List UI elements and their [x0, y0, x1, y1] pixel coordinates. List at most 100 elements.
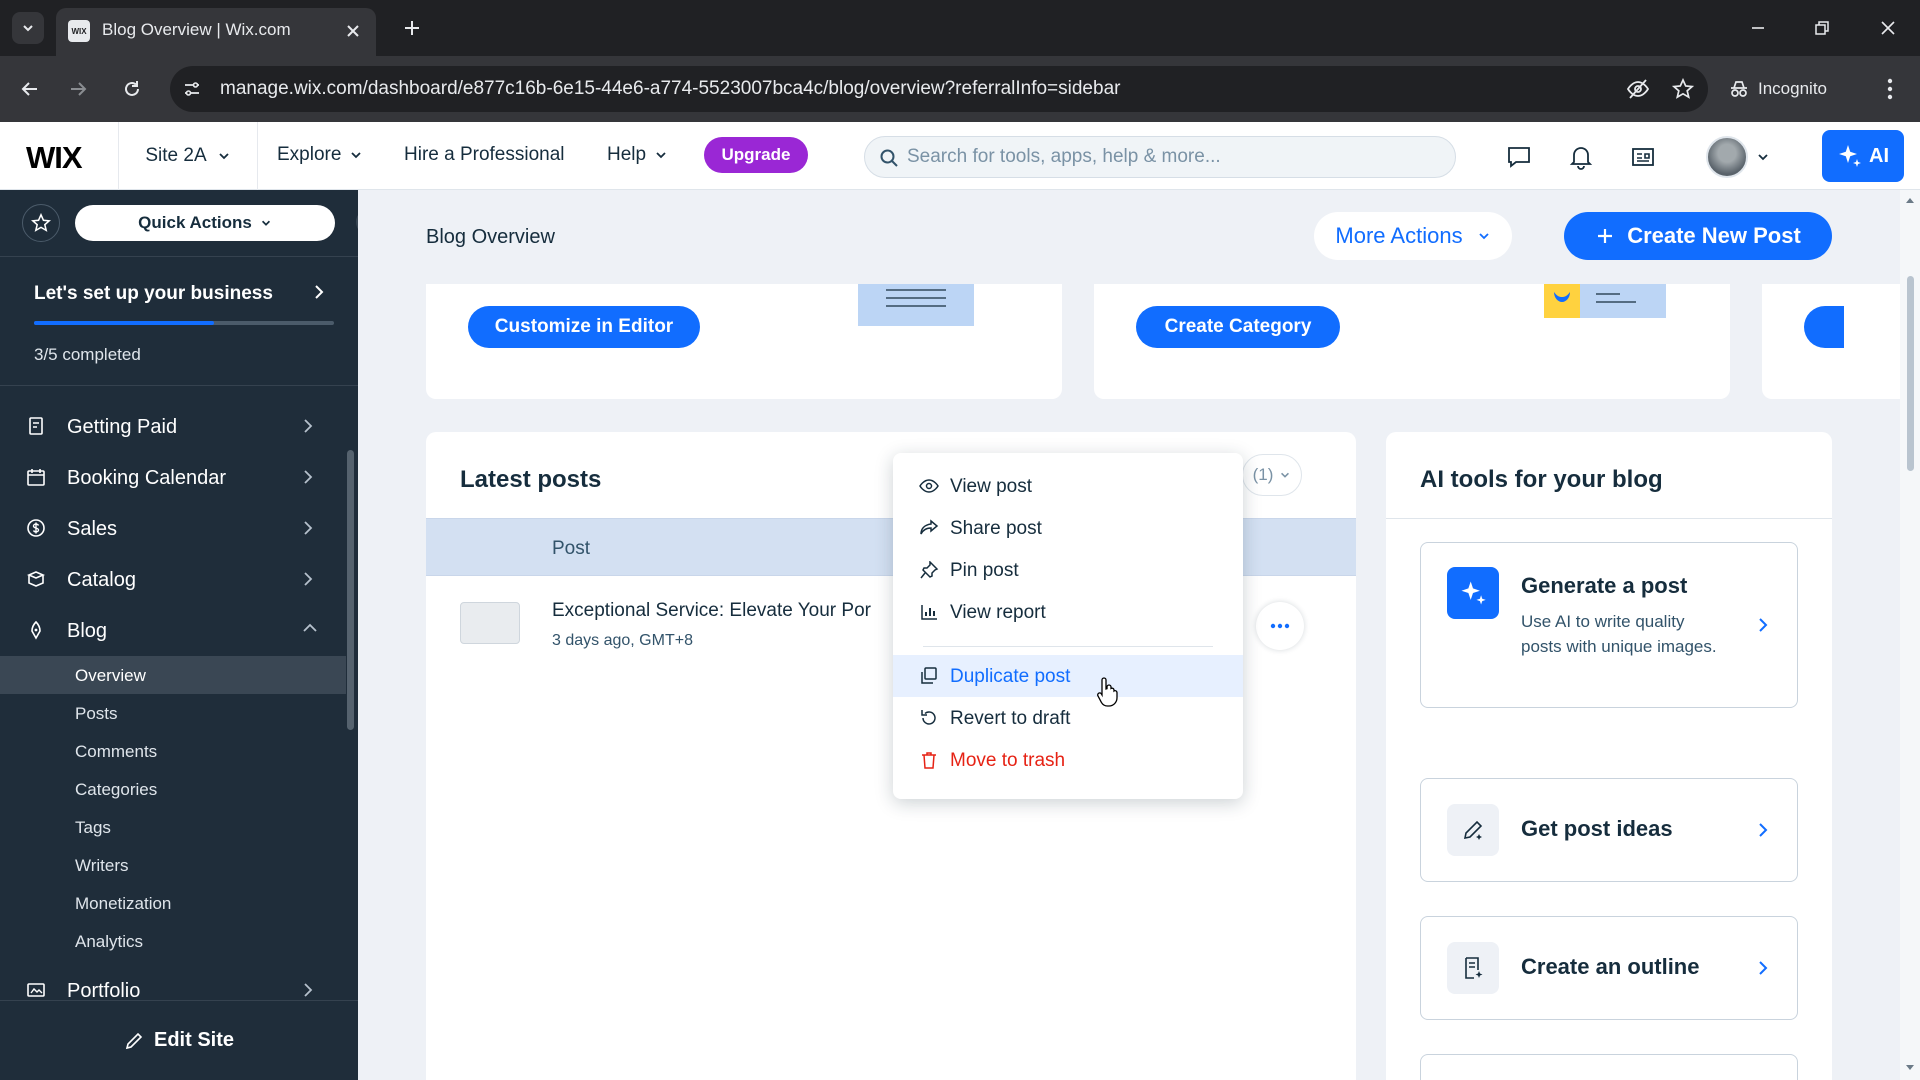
menu-item-pin-post[interactable]: Pin post	[893, 549, 1243, 591]
browser-tab[interactable]: WIX Blog Overview | Wix.com	[56, 8, 376, 56]
bell-icon[interactable]	[1566, 142, 1596, 172]
pencil-sparkle-icon	[1447, 804, 1499, 856]
catalog-icon	[26, 571, 46, 587]
edit-site-button[interactable]: Edit Site	[0, 1000, 358, 1080]
posts-filter-dropdown[interactable]: (1)	[1242, 454, 1302, 496]
sidebar-item-label: Blog	[67, 620, 108, 642]
sidebar-subitem-comments[interactable]: Comments	[0, 732, 346, 770]
get-post-ideas-tile[interactable]: Get post ideas	[1420, 778, 1798, 882]
create-new-post-button[interactable]: Create New Post	[1564, 212, 1832, 260]
new-tab-button[interactable]	[396, 12, 428, 44]
minimize-icon	[1752, 27, 1764, 29]
sidebar-subitem-tags[interactable]: Tags	[0, 808, 346, 846]
reload-icon	[125, 81, 139, 96]
post-more-actions-button[interactable]	[1256, 602, 1304, 650]
menu-item-view-post[interactable]: View post	[893, 465, 1243, 507]
sidebar-subitem-monetization[interactable]: Monetization	[0, 884, 346, 922]
menu-item-share-post[interactable]: Share post	[893, 507, 1243, 549]
wix-logo[interactable]: WIX	[26, 140, 83, 176]
chevron-right-icon	[1759, 961, 1768, 975]
customize-in-editor-button[interactable]: Customize in Editor	[468, 306, 700, 348]
trash-icon	[922, 752, 936, 769]
menu-item-revert-to-draft[interactable]: Revert to draft	[893, 697, 1243, 739]
search-input[interactable]	[907, 137, 1437, 177]
sidebar-subitem-analytics[interactable]: Analytics	[0, 922, 346, 960]
reload-button[interactable]	[116, 73, 148, 105]
sidebar-item-label: Booking Calendar	[67, 467, 226, 489]
sidebar-scrollbar[interactable]	[347, 450, 354, 730]
sidebar-item-sales[interactable]: Sales	[0, 503, 340, 553]
report-icon	[921, 605, 937, 620]
chevron-down-icon	[1478, 233, 1489, 240]
sidebar-item-getting-paid[interactable]: Getting Paid	[0, 401, 340, 451]
sidebar-item-blog[interactable]: Blog	[0, 605, 340, 655]
quick-actions-label: Quick Actions	[138, 213, 252, 232]
chevron-down-icon[interactable]	[1756, 150, 1770, 164]
star-icon	[31, 213, 51, 232]
forward-button[interactable]	[62, 73, 94, 105]
quick-actions-button[interactable]: Quick Actions	[75, 205, 335, 241]
site-selector[interactable]: Site 2A	[118, 122, 258, 190]
close-icon	[347, 25, 359, 37]
chat-icon[interactable]	[1504, 142, 1534, 172]
sidebar-subitem-posts[interactable]: Posts	[0, 694, 346, 732]
menu-item-view-report[interactable]: View report	[893, 591, 1243, 633]
setup-checklist[interactable]: Let's set up your business 3/5 completed	[0, 256, 358, 386]
sales-icon	[27, 519, 45, 537]
main-content: Blog Overview More Actions Create New Po…	[358, 190, 1906, 1080]
restore-button[interactable]	[1802, 10, 1842, 46]
more-actions-button[interactable]: More Actions	[1314, 212, 1512, 260]
explore-menu[interactable]: Explore	[277, 144, 363, 166]
sidebar-item-catalog[interactable]: Catalog	[0, 554, 340, 604]
browser-menu-button[interactable]	[1874, 73, 1906, 105]
avatar[interactable]	[1706, 136, 1748, 178]
eye-off-icon[interactable]	[1626, 78, 1650, 100]
create-new-post-label: Create New Post	[1627, 223, 1801, 248]
close-window-button[interactable]	[1868, 10, 1908, 46]
more-horizontal-icon	[1270, 623, 1290, 629]
tab-search-button[interactable]	[12, 12, 44, 44]
calendar-icon	[27, 469, 45, 486]
scroll-up-icon[interactable]	[1905, 196, 1915, 204]
sidebar-item-booking-calendar[interactable]: Booking Calendar	[0, 452, 340, 502]
help-menu[interactable]: Help	[607, 144, 668, 166]
eye-icon	[919, 479, 939, 493]
ai-tools-card: AI tools for your blog Generate a post U…	[1386, 432, 1832, 1080]
sidebar-subitem-writers[interactable]: Writers	[0, 846, 346, 884]
site-settings-icon[interactable]	[180, 77, 204, 101]
upgrade-button[interactable]: Upgrade	[704, 137, 808, 173]
bookmark-star-icon[interactable]	[1672, 78, 1694, 100]
generate-post-tile[interactable]: Generate a post Use AI to write quality …	[1420, 542, 1798, 708]
page-scrollbar-thumb[interactable]	[1907, 276, 1914, 471]
restore-icon	[1815, 21, 1829, 35]
scroll-down-icon[interactable]	[1905, 1064, 1915, 1072]
menu-divider	[923, 646, 1213, 647]
news-feed-icon[interactable]	[1628, 142, 1658, 172]
menu-item-duplicate-post[interactable]: Duplicate post	[893, 655, 1243, 697]
back-button[interactable]	[14, 73, 46, 105]
url-text[interactable]: manage.wix.com/dashboard/e877c16b-6e15-4…	[220, 78, 1120, 100]
tab-close-button[interactable]	[342, 20, 364, 42]
outline-document-icon	[1447, 942, 1499, 994]
create-category-button[interactable]: Create Category	[1136, 306, 1340, 348]
address-bar[interactable]: manage.wix.com/dashboard/e877c16b-6e15-4…	[170, 66, 1708, 112]
filter-count: (1)	[1252, 465, 1274, 484]
ai-assistant-button[interactable]: AI	[1822, 130, 1904, 182]
menu-item-move-to-trash[interactable]: Move to trash	[893, 739, 1243, 781]
browser-tab-strip: WIX Blog Overview | Wix.com	[0, 0, 1920, 56]
incognito-indicator[interactable]: Incognito	[1728, 68, 1827, 110]
favorites-button[interactable]	[22, 204, 60, 242]
get-post-ideas-title: Get post ideas	[1521, 816, 1673, 841]
next-card-button-partial[interactable]	[1804, 306, 1844, 348]
portfolio-icon	[27, 983, 45, 997]
hire-professional-link[interactable]: Hire a Professional	[404, 144, 565, 166]
sidebar-subitem-categories[interactable]: Categories	[0, 770, 346, 808]
sidebar-subitem-overview[interactable]: Overview	[0, 656, 346, 694]
create-outline-tile[interactable]: Create an outline	[1420, 916, 1798, 1020]
page-scrollbar[interactable]	[1900, 190, 1920, 1080]
ai-tile-partial[interactable]	[1420, 1054, 1798, 1080]
minimize-button[interactable]	[1738, 10, 1778, 46]
customize-card: Customize in Editor	[426, 284, 1062, 399]
post-title[interactable]: Exceptional Service: Elevate Your Por	[552, 600, 892, 622]
browser-toolbar: manage.wix.com/dashboard/e877c16b-6e15-4…	[0, 56, 1920, 122]
